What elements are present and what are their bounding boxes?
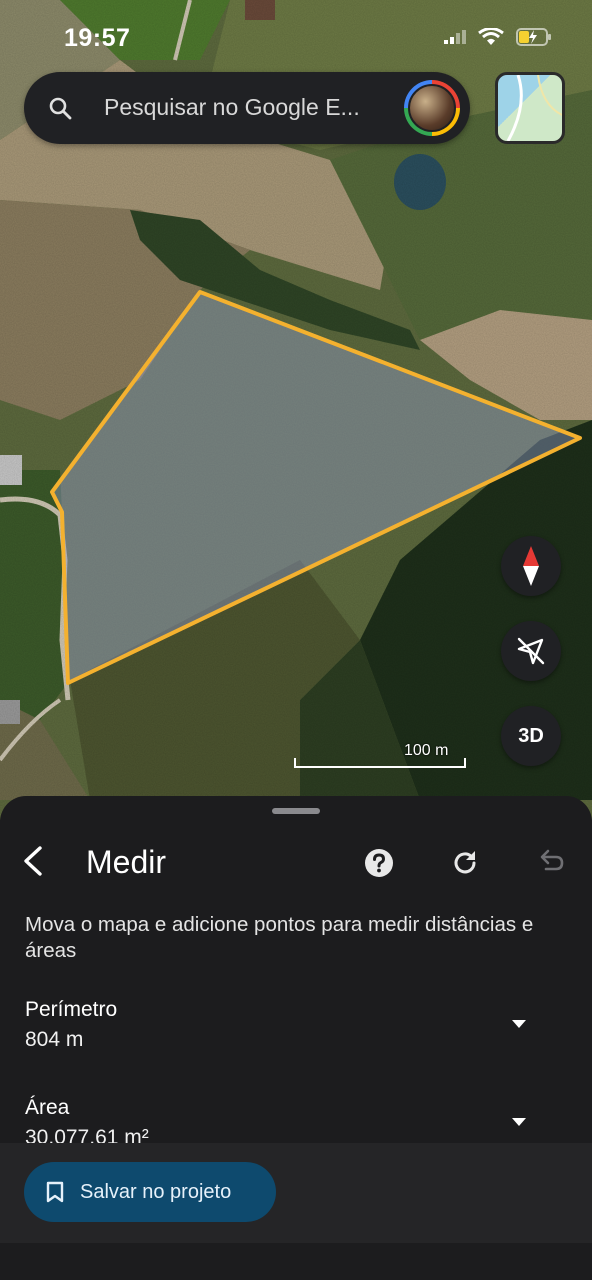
panel-title: Medir	[86, 844, 167, 880]
system-nav-area	[0, 1243, 592, 1280]
save-to-project-label: Salvar no projeto	[80, 1180, 232, 1203]
instructions-text: Mova o mapa e adicione pontos para medir…	[25, 913, 534, 962]
undo-icon[interactable]	[536, 848, 564, 874]
bookmark-icon	[46, 1181, 64, 1203]
area-dropdown-icon[interactable]	[510, 1116, 528, 1128]
status-bar: 19:57	[0, 0, 592, 70]
wifi-icon	[478, 28, 504, 45]
location-off-button[interactable]	[501, 621, 561, 681]
cellular-signal-icon	[444, 30, 466, 44]
search-input[interactable]: Pesquisar no Google E...	[104, 94, 360, 121]
satellite-map[interactable]: 19:57 Pesquisar no Google E... 3D 100 m	[0, 0, 592, 820]
search-bar[interactable]: Pesquisar no Google E...	[24, 72, 470, 144]
battery-charging-icon	[516, 28, 551, 46]
save-to-project-button[interactable]: Salvar no projeto	[24, 1162, 276, 1222]
perimeter-dropdown-icon[interactable]	[510, 1018, 528, 1030]
compass-button[interactable]	[501, 536, 561, 596]
search-icon	[49, 97, 72, 120]
perimeter-label: Perímetro	[25, 998, 118, 1021]
map-layer-thumbnail-icon	[506, 75, 562, 141]
refresh-icon[interactable]	[450, 848, 480, 878]
scale-bar	[294, 758, 466, 768]
status-time: 19:57	[64, 24, 131, 52]
map-layers-button[interactable]	[495, 72, 565, 144]
sheet-drag-handle[interactable]	[272, 808, 320, 814]
perimeter-value: 804 m	[25, 1028, 84, 1051]
back-arrow-icon[interactable]	[20, 844, 48, 878]
3d-toggle-button[interactable]: 3D	[501, 706, 561, 766]
compass-icon	[523, 546, 539, 586]
location-off-icon	[517, 637, 545, 665]
area-label: Área	[25, 1096, 70, 1119]
avatar[interactable]	[404, 80, 460, 136]
help-icon[interactable]	[364, 848, 394, 878]
